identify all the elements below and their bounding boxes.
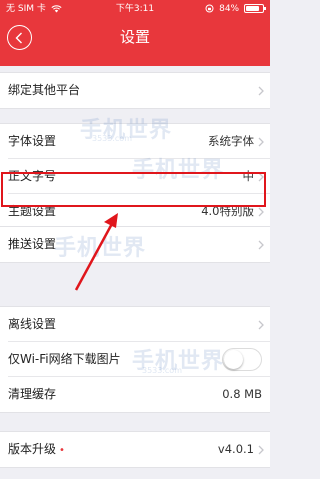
- battery-status: 84%: [205, 0, 266, 19]
- watermark-sub: 3533.com: [142, 366, 182, 375]
- chevron-right-icon: [258, 320, 264, 330]
- row-label: 仅Wi-Fi网络下载图片: [8, 352, 121, 366]
- chevron-right-icon: [258, 207, 264, 217]
- toggle-knob: [224, 350, 243, 369]
- row-label-text: 版本升级: [8, 442, 57, 456]
- annotation-arrow-icon: [74, 213, 118, 291]
- chevron-right-icon: [258, 137, 264, 147]
- watermark-sub: 3533.com: [92, 134, 132, 143]
- page-title: 设置: [119, 28, 150, 46]
- battery-percent: 84%: [219, 4, 240, 14]
- chevron-right-icon: [258, 445, 264, 455]
- settings-row-clear-cache[interactable]: 清理缓存 0.8 MB: [8, 377, 270, 412]
- row-label: 绑定其他平台: [8, 83, 81, 97]
- wifi-only-toggle[interactable]: [222, 348, 262, 371]
- cache-size-value: 0.8 MB: [222, 387, 262, 401]
- row-label: 清理缓存: [8, 387, 57, 401]
- battery-icon: [244, 4, 266, 13]
- version-value: v4.0.1: [217, 442, 254, 456]
- row-label: 版本升级 •: [8, 432, 65, 468]
- lock-rotation-icon: [205, 4, 214, 13]
- highlight-box: [1, 172, 266, 207]
- settings-group-version: 版本升级 • v4.0.1: [0, 431, 270, 468]
- settings-row-bind-platform[interactable]: 绑定其他平台: [8, 73, 270, 108]
- settings-row-version-upgrade[interactable]: 版本升级 • v4.0.1: [8, 432, 270, 467]
- status-bar: 无 SIM 卡 下午3:11 84%: [0, 0, 270, 19]
- chevron-right-icon: [258, 240, 264, 250]
- row-label: 字体设置: [8, 134, 57, 148]
- settings-row-offline[interactable]: 离线设置: [8, 307, 270, 342]
- row-label: 离线设置: [8, 317, 57, 331]
- row-label: 推送设置: [8, 237, 57, 251]
- nav-header: 无 SIM 卡 下午3:11 84% 设置: [0, 0, 270, 66]
- update-badge: •: [59, 445, 65, 456]
- chevron-right-icon: [258, 86, 264, 96]
- settings-group-platform: 绑定其他平台: [0, 72, 270, 109]
